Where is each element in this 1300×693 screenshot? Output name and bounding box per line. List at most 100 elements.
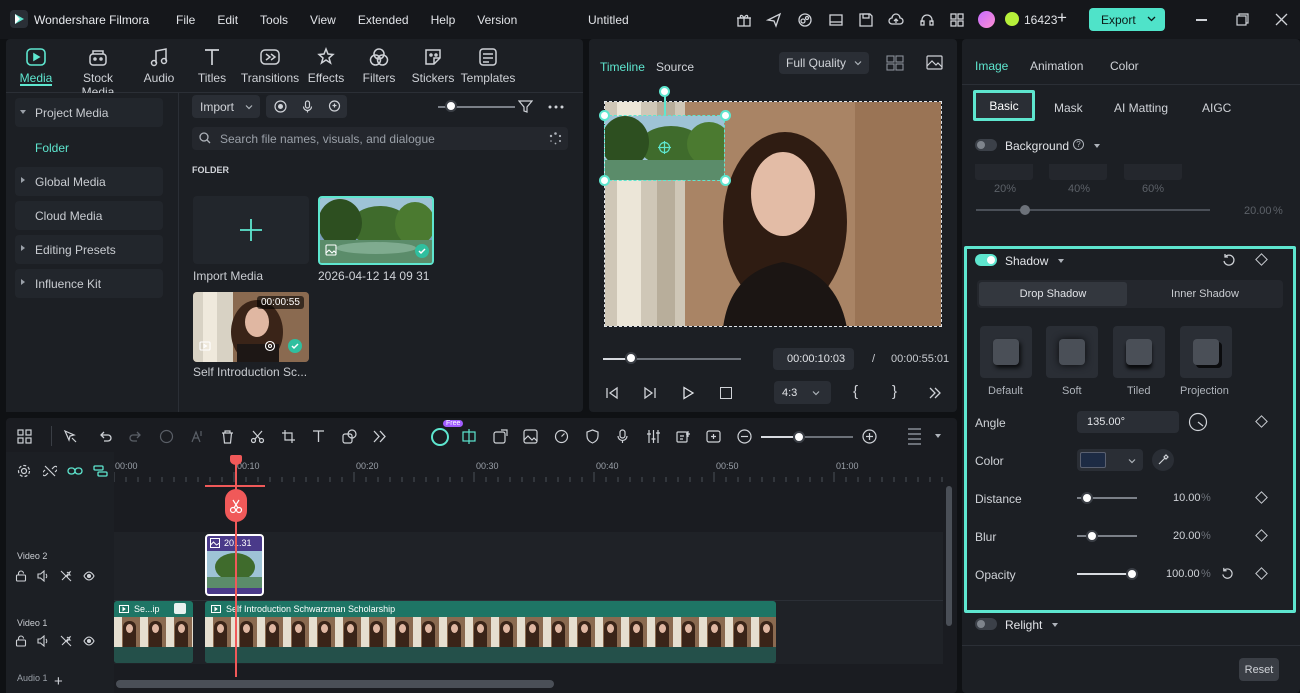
play-icon[interactable] (681, 386, 695, 400)
crop-icon[interactable] (281, 429, 296, 444)
reset-opacity-icon[interactable] (1221, 567, 1234, 580)
opacity-value[interactable]: 100.00 (1166, 568, 1200, 580)
eye-icon[interactable] (83, 635, 95, 647)
speaker-icon[interactable] (37, 635, 49, 647)
snapshot-frame-icon[interactable] (706, 429, 721, 444)
undo-icon[interactable] (98, 429, 113, 444)
tool-effects[interactable]: Effects (296, 44, 356, 85)
split-scissors-icon[interactable] (250, 429, 265, 444)
filter-icon[interactable] (518, 99, 533, 114)
tool-filters[interactable]: Filters (349, 44, 409, 85)
link-icon[interactable] (67, 464, 83, 478)
media-item-image[interactable] (318, 196, 434, 265)
headset-icon[interactable] (919, 12, 935, 28)
background-slider-handle[interactable] (1020, 205, 1030, 215)
menu-help[interactable]: Help (431, 13, 456, 27)
aspect-ratio-dropdown[interactable]: 4:3 (774, 381, 831, 404)
snapshot-icon[interactable] (926, 55, 943, 70)
shadow-toggle[interactable] (975, 254, 997, 266)
tab-image[interactable]: Image (975, 59, 1008, 73)
background-caret-icon[interactable] (1094, 144, 1100, 148)
grid-view-icon[interactable] (886, 55, 904, 71)
zoom-in-icon[interactable] (862, 429, 877, 444)
layout-icon[interactable] (828, 12, 844, 28)
add-credits-icon[interactable]: + (1057, 8, 1067, 28)
redo-icon[interactable] (128, 429, 143, 444)
search-input[interactable]: Search file names, visuals, and dialogue (220, 132, 435, 146)
image-edit-icon[interactable] (523, 429, 538, 444)
microphone-icon[interactable] (301, 100, 314, 113)
apps-grid-icon[interactable] (949, 12, 965, 28)
more-controls-icon[interactable] (928, 387, 942, 399)
smart-cut-icon[interactable] (461, 429, 477, 444)
angle-dial-icon[interactable] (1188, 412, 1208, 432)
previous-frame-icon[interactable] (605, 386, 619, 400)
ai-voice-icon[interactable] (328, 100, 341, 113)
gift-icon[interactable] (736, 12, 752, 28)
horizontal-scrollbar[interactable] (116, 680, 554, 688)
background-slider[interactable] (976, 209, 1210, 211)
distance-value[interactable]: 10.00 (1173, 492, 1201, 504)
reset-shadow-icon[interactable] (1222, 253, 1236, 267)
tool-stickers[interactable]: Stickers (403, 44, 463, 85)
menu-tools[interactable]: Tools (260, 13, 288, 27)
drop-shadow-tab[interactable]: Drop Shadow (979, 282, 1127, 306)
more-tools-icon[interactable] (372, 429, 387, 444)
thumbnail-size-handle[interactable] (445, 100, 457, 112)
vertical-scrollbar[interactable] (946, 486, 952, 626)
eye-icon[interactable] (83, 570, 95, 582)
menu-edit[interactable]: Edit (217, 13, 238, 27)
mute-effects-icon[interactable] (60, 570, 72, 582)
sidebar-item-global-media[interactable]: Global Media (15, 167, 163, 196)
rotate-handle[interactable] (659, 86, 670, 97)
close-icon[interactable] (1275, 13, 1288, 26)
mark-in-button[interactable]: { (853, 383, 858, 400)
cloud-upload-icon[interactable] (888, 12, 904, 28)
tool-titles[interactable]: Titles (182, 44, 242, 85)
import-media-tile[interactable] (193, 196, 309, 264)
opacity-slider-handle[interactable] (1126, 568, 1138, 580)
sidebar-item-editing-presets[interactable]: Editing Presets (15, 235, 163, 264)
tool-audio[interactable]: Audio (129, 44, 189, 85)
export-button[interactable]: Export (1089, 8, 1165, 31)
sidebar-item-folder[interactable]: Folder (35, 141, 69, 155)
playhead-handle[interactable] (230, 455, 242, 465)
stop-icon[interactable] (720, 387, 732, 399)
menu-view[interactable]: View (310, 13, 336, 27)
replace-icon[interactable] (493, 429, 508, 444)
community-icon[interactable] (797, 12, 813, 28)
bg-preset-3[interactable] (1124, 164, 1182, 180)
record-icon[interactable] (274, 100, 287, 113)
tab-animation[interactable]: Animation (1030, 59, 1083, 73)
split-playhead-icon[interactable] (225, 489, 247, 522)
blur-value[interactable]: 20.00 (1173, 530, 1201, 542)
minimize-icon[interactable] (1196, 19, 1207, 21)
tool-media[interactable]: Media (6, 44, 66, 85)
unlink-icon[interactable] (43, 464, 57, 478)
text-tool-icon[interactable] (311, 429, 326, 444)
select-tool-icon[interactable] (63, 429, 78, 444)
menu-version[interactable]: Version (477, 13, 517, 27)
add-track-icon[interactable]: + (54, 673, 63, 690)
tab-color[interactable]: Color (1110, 59, 1139, 73)
sidebar-item-influence-kit[interactable]: Influence Kit (15, 269, 163, 298)
avatar[interactable] (978, 11, 995, 28)
voiceover-mic-icon[interactable] (615, 429, 630, 444)
delete-icon[interactable] (220, 429, 235, 444)
blur-slider-handle[interactable] (1086, 530, 1098, 542)
more-options-icon[interactable] (548, 105, 564, 109)
import-dropdown[interactable]: Import (192, 95, 260, 118)
resize-handle-tr[interactable] (720, 110, 731, 121)
background-toggle[interactable] (975, 139, 997, 151)
resize-handle-bl[interactable] (599, 175, 610, 186)
ai-mate-icon[interactable] (431, 428, 449, 446)
track-height-icon[interactable] (907, 426, 922, 446)
lock-icon[interactable] (15, 570, 27, 582)
next-frame-icon[interactable] (643, 386, 657, 400)
send-icon[interactable] (766, 12, 782, 28)
ai-text-icon[interactable] (190, 429, 205, 444)
ai-cut-icon[interactable] (159, 429, 174, 444)
menu-file[interactable]: File (176, 13, 195, 27)
shadow-caret-icon[interactable] (1058, 259, 1064, 263)
speaker-icon[interactable] (37, 570, 49, 582)
